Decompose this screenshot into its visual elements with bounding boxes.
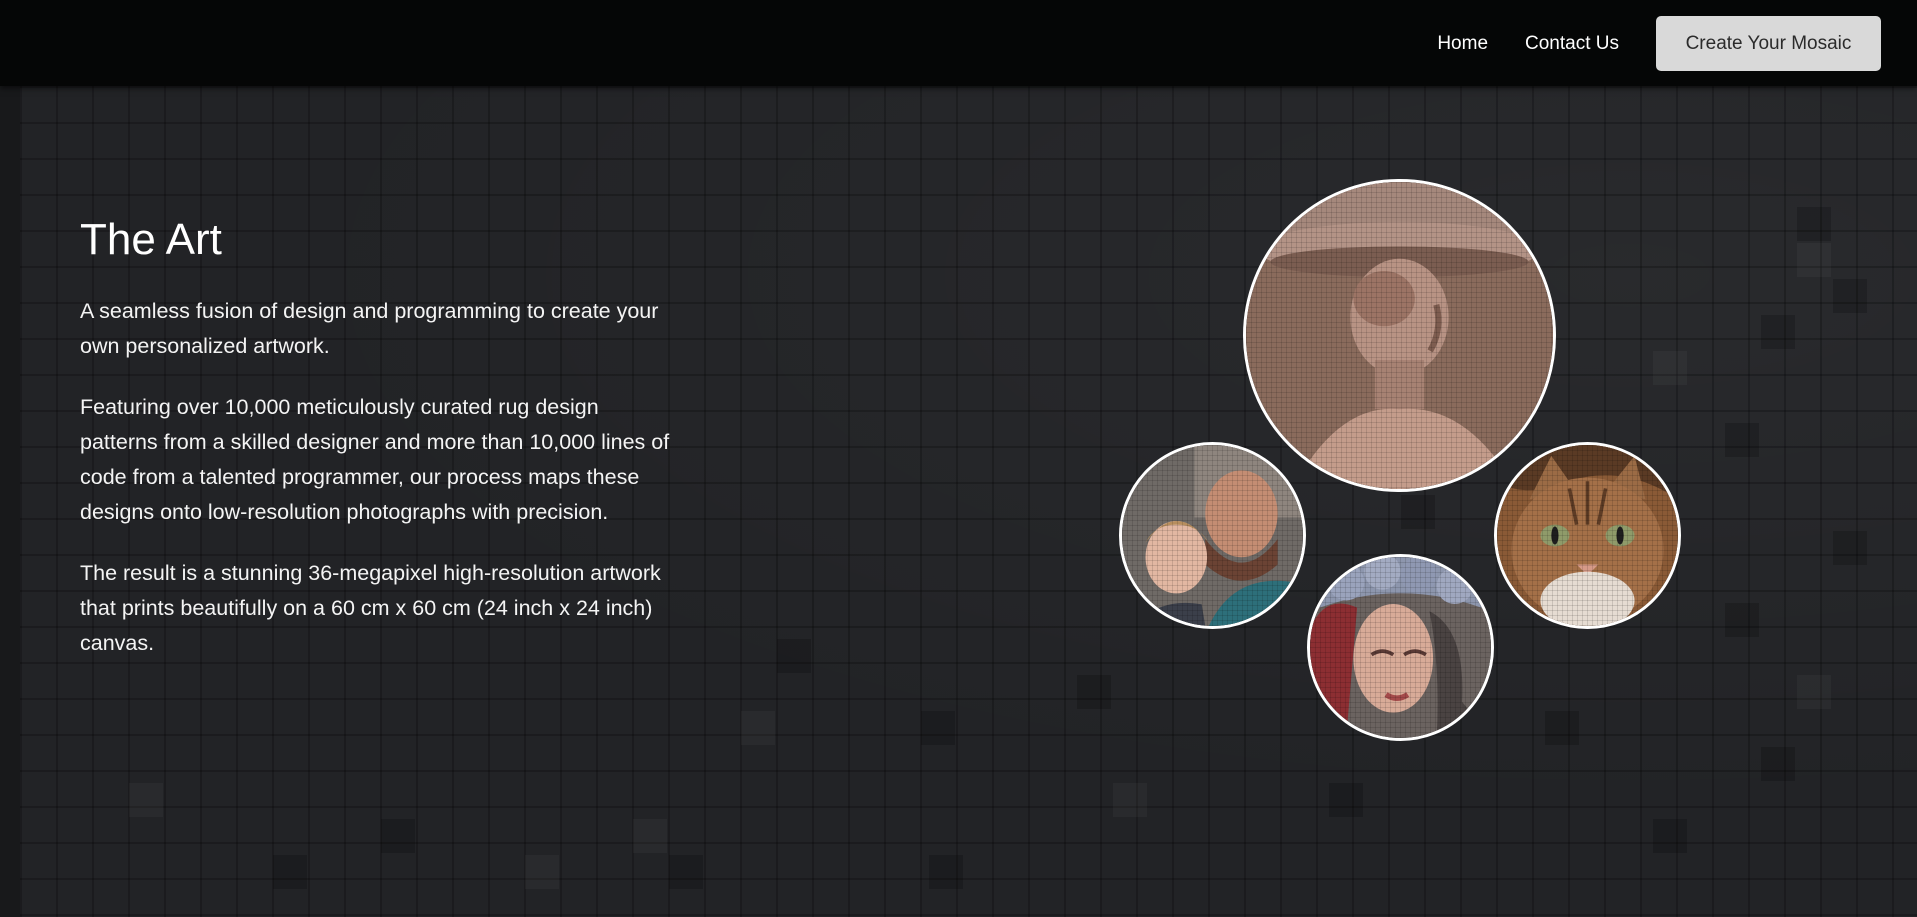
background-tile [777,639,811,673]
background-tile [921,711,955,745]
background-tile [1725,603,1759,637]
features-paragraph: Featuring over 10,000 meticulously curat… [80,395,670,524]
background-tile [741,711,775,745]
background-tile [1653,819,1687,853]
background-tile [1077,675,1111,709]
background-tile [669,855,703,889]
background-tile [129,783,163,817]
background-tile [1797,243,1831,277]
intro-paragraph: A seamless fusion of design and programm… [80,299,659,358]
background-tile [1725,423,1759,457]
background-tile [381,819,415,853]
background-tile [1833,279,1867,313]
statue-mosaic-image [1243,179,1556,492]
background-tile [1761,747,1795,781]
background-tile [1113,783,1147,817]
father-child-mosaic-image [1119,442,1306,629]
background-tile [1329,783,1363,817]
background-tile [1545,711,1579,745]
background-tile [1401,495,1435,529]
create-mosaic-button[interactable]: Create Your Mosaic [1656,16,1881,71]
nav-home-link[interactable]: Home [1437,33,1488,55]
nav-contact-link[interactable]: Contact Us [1525,33,1619,55]
background-tile [273,855,307,889]
art-section: The Art A seamless fusion of design and … [80,212,670,687]
result-paragraph: The result is a stunning 36-megapixel hi… [80,561,661,655]
background-tile [633,819,667,853]
background-tile [1833,531,1867,565]
navbar: Home Contact Us Create Your Mosaic [0,0,1917,86]
background-tile [1797,675,1831,709]
background-tile [1653,351,1687,385]
page-background: Home Contact Us Create Your Mosaic The A… [0,0,1917,917]
nav-links: Home Contact Us Create Your Mosaic [1437,16,1881,71]
background-tile [1797,207,1831,241]
background-tile [929,855,963,889]
section-title: The Art [80,215,222,264]
cat-mosaic-image [1494,442,1681,629]
background-tile [1761,315,1795,349]
background-tile [525,855,559,889]
woman-flowers-mosaic-image [1307,554,1494,741]
